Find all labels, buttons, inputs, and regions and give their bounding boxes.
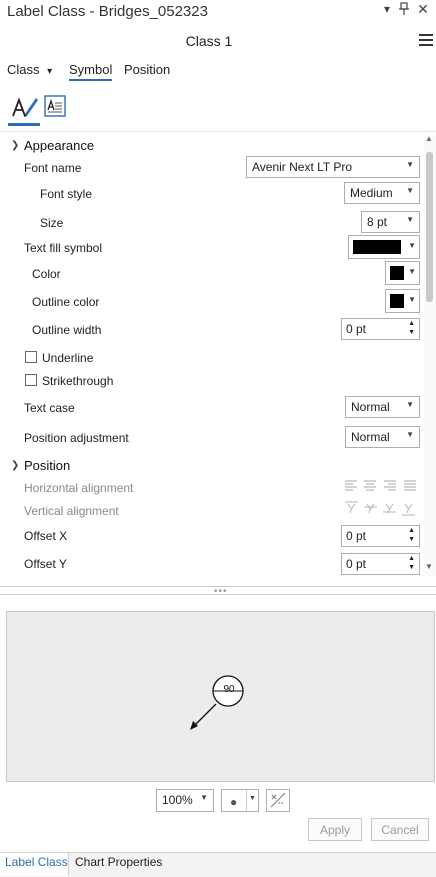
point-icon: ●: [230, 795, 238, 809]
chevron-down-icon: ▼: [408, 241, 416, 250]
point-geometry-dropdown[interactable]: ● ▼: [221, 789, 259, 812]
zoom-dropdown[interactable]: 100% ▼: [156, 789, 214, 812]
hamburger-icon[interactable]: [419, 34, 433, 48]
outline-color-label: Outline color: [32, 295, 100, 309]
offset-x-label: Offset X: [24, 529, 68, 543]
pin-icon[interactable]: [397, 2, 411, 18]
divider: [0, 131, 436, 132]
section-position[interactable]: Position: [24, 458, 70, 473]
apply-button[interactable]: Apply: [308, 818, 362, 841]
chevron-down-icon: ▼: [406, 430, 414, 439]
text-case-dropdown[interactable]: Normal ▼: [345, 396, 420, 418]
window-title: Label Class - Bridges_052323: [7, 3, 208, 20]
chevron-down-icon: ▼: [200, 793, 208, 802]
increment-icon[interactable]: ▲: [408, 320, 415, 327]
horizontal-alignment-buttons[interactable]: [344, 479, 420, 493]
subtab-active-indicator: [8, 123, 40, 126]
position-adjustment-label: Position adjustment: [24, 431, 129, 445]
scroll-up-icon[interactable]: ▲: [425, 134, 433, 143]
offset-y-stepper[interactable]: 0 pt ▲ ▼: [341, 553, 420, 575]
offset-x-stepper[interactable]: 0 pt ▲ ▼: [341, 525, 420, 547]
chevron-down-icon[interactable]: ❯: [11, 460, 19, 471]
decrement-icon[interactable]: ▼: [408, 329, 415, 336]
class-name: Class 1: [185, 33, 233, 49]
chevron-down-icon: ▼: [408, 267, 416, 276]
underline-label: Underline: [42, 351, 94, 365]
vertical-alignment-buttons[interactable]: [344, 500, 420, 516]
outline-width-label: Outline width: [32, 323, 102, 337]
text-case-label: Text case: [24, 401, 75, 415]
chevron-down-icon: ▼: [408, 295, 416, 304]
text-fill-symbol-button[interactable]: ▼: [348, 235, 420, 259]
close-icon[interactable]: ✕: [416, 1, 430, 17]
chevron-down-icon: ▾: [47, 66, 53, 77]
decrement-icon[interactable]: ▼: [408, 564, 415, 571]
strikethrough-checkbox[interactable]: [25, 374, 37, 386]
decrement-icon[interactable]: ▼: [408, 536, 415, 543]
outline-width-stepper[interactable]: 0 pt ▲ ▼: [341, 318, 420, 340]
tab-chart-properties[interactable]: Chart Properties: [75, 855, 162, 869]
chevron-down-icon: ▼: [406, 186, 414, 195]
no-symbol-icon[interactable]: [266, 789, 290, 812]
size-label: Size: [40, 216, 64, 230]
scroll-down-icon[interactable]: ▼: [425, 562, 433, 571]
text-symbol-icon[interactable]: [11, 94, 39, 120]
scrollbar-thumb[interactable]: [426, 152, 433, 302]
vertical-alignment-label: Vertical alignment: [24, 504, 119, 518]
preview-label-text: 90: [223, 684, 235, 695]
text-fill-label: Text fill symbol: [24, 241, 103, 255]
divider: [0, 594, 436, 595]
chevron-down-icon: ▼: [406, 400, 414, 409]
tab-class[interactable]: Class ▾: [7, 62, 52, 77]
font-name-label: Font name: [24, 161, 82, 175]
splitter-grip-icon[interactable]: •••: [214, 586, 228, 597]
tab-symbol[interactable]: Symbol: [69, 62, 113, 81]
font-style-label: Font style: [40, 187, 93, 201]
offset-y-label: Offset Y: [24, 557, 67, 571]
font-name-dropdown[interactable]: Avenir Next LT Pro ▼: [246, 156, 420, 178]
color-swatch: [390, 266, 404, 280]
underline-checkbox[interactable]: [25, 351, 37, 363]
chevron-down-icon[interactable]: ❯: [11, 140, 19, 151]
chevron-down-icon[interactable]: ▾: [380, 2, 394, 18]
symbol-preview: 90: [6, 611, 435, 782]
color-label: Color: [32, 267, 61, 281]
strikethrough-label: Strikethrough: [42, 374, 114, 388]
size-dropdown[interactable]: 8 pt ▼: [361, 211, 420, 233]
tab-label-class[interactable]: Label Class: [5, 855, 68, 869]
color-picker-button[interactable]: ▼: [385, 261, 420, 285]
chevron-down-icon: ▼: [406, 215, 414, 224]
font-style-dropdown[interactable]: Medium ▼: [344, 182, 420, 204]
text-format-icon[interactable]: [44, 95, 66, 117]
tab-position[interactable]: Position: [124, 62, 170, 77]
position-adjustment-dropdown[interactable]: Normal ▼: [345, 426, 420, 448]
increment-icon[interactable]: ▲: [408, 555, 415, 562]
section-appearance[interactable]: Appearance: [24, 138, 94, 153]
outline-color-picker-button[interactable]: ▼: [385, 289, 420, 313]
increment-icon[interactable]: ▲: [408, 527, 415, 534]
horizontal-alignment-label: Horizontal alignment: [24, 481, 134, 495]
chevron-down-icon: ▼: [249, 795, 256, 802]
cancel-button[interactable]: Cancel: [371, 818, 429, 841]
outline-color-swatch: [390, 294, 404, 308]
fill-swatch: [353, 240, 401, 254]
chevron-down-icon: ▼: [406, 160, 414, 169]
